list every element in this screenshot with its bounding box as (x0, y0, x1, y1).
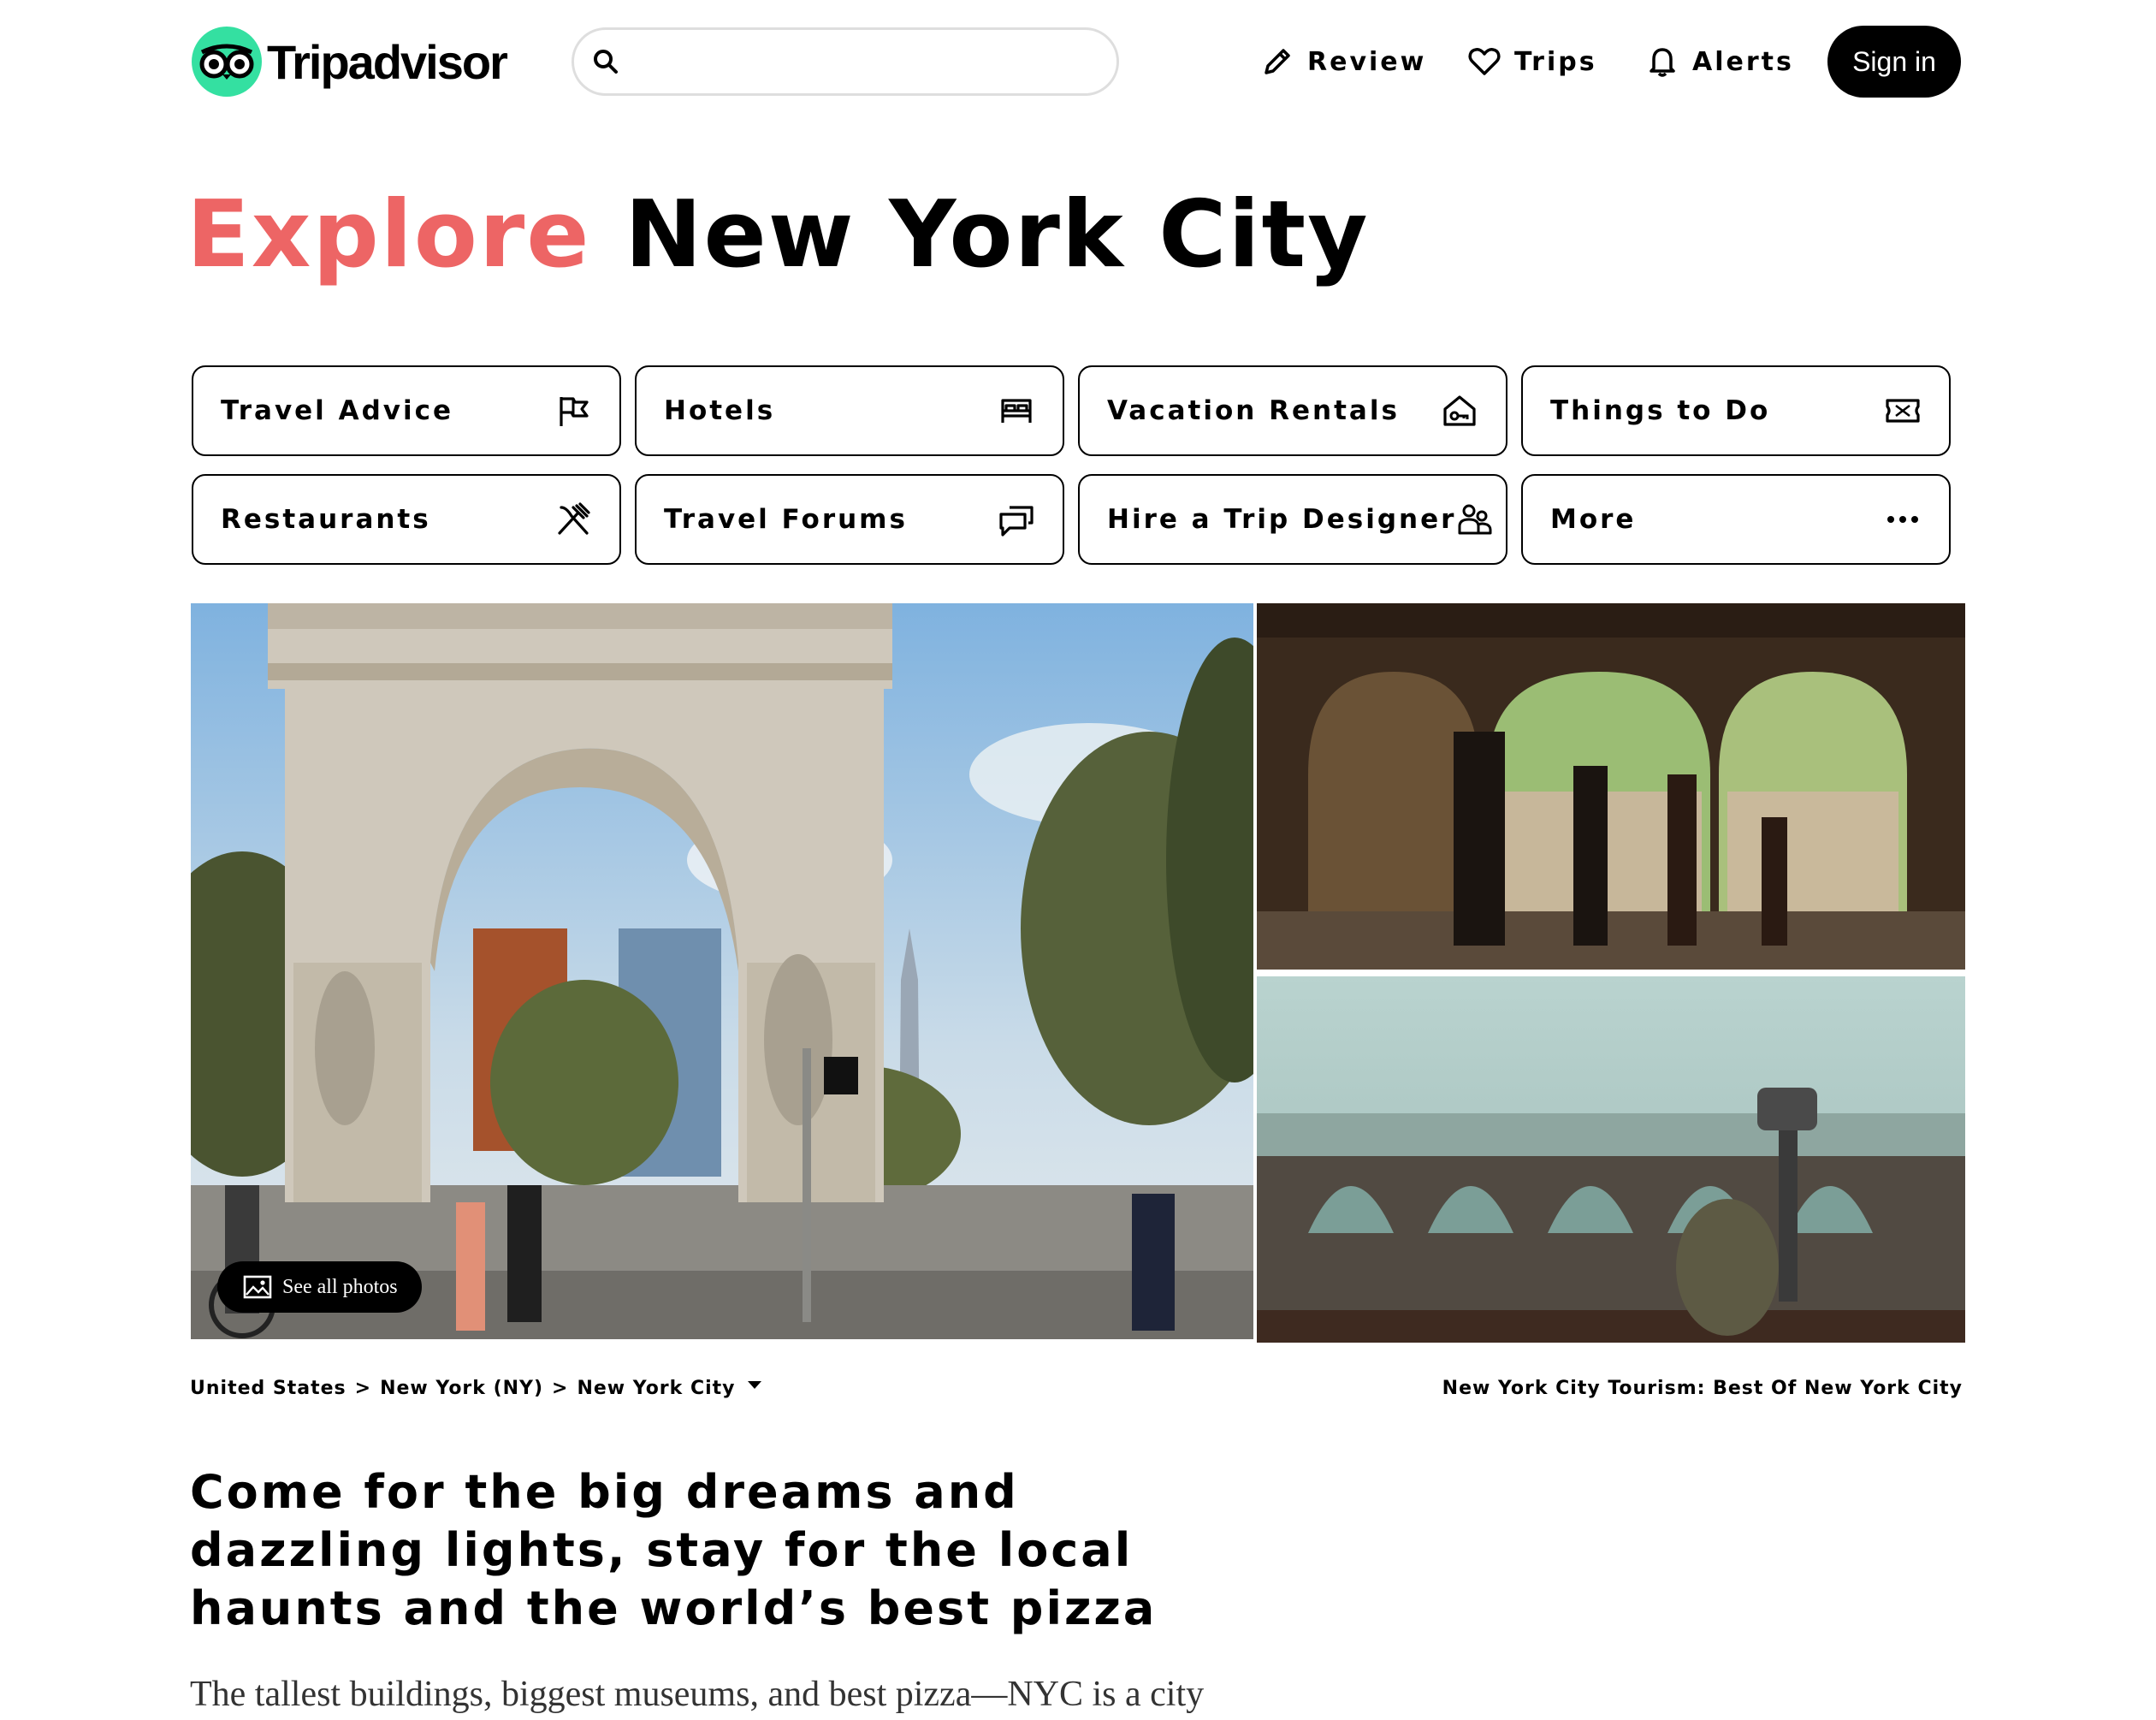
breadcrumb: United States > New York (NY) > New York… (190, 1378, 761, 1399)
ticket-icon (1882, 390, 1923, 431)
nav-review-label: Review (1307, 46, 1427, 77)
category-label: More (1550, 504, 1637, 535)
nav-alerts[interactable]: Alerts (1644, 38, 1794, 86)
search-bar[interactable] (572, 27, 1119, 96)
breadcrumb-separator: > (354, 1378, 372, 1399)
search-input[interactable] (632, 47, 1094, 76)
bed-icon (996, 390, 1037, 431)
image-icon (243, 1275, 272, 1299)
category-label: Hire a Trip Designer (1107, 504, 1457, 535)
photo-bethesda-terrace[interactable] (1257, 603, 1965, 970)
bell-icon (1650, 48, 1675, 77)
category-label: Travel Forums (664, 504, 908, 535)
breadcrumb-separator: > (552, 1378, 569, 1399)
category-label: Things to Do (1550, 395, 1771, 426)
search-icon (594, 50, 618, 74)
sign-in-button[interactable]: Sign in (1827, 26, 1961, 98)
owl-logo-icon (192, 27, 262, 97)
photo-washington-square-arch[interactable] (191, 603, 1253, 1339)
breadcrumb-item[interactable]: New York City (577, 1378, 735, 1399)
category-travel-forums[interactable]: Travel Forums (635, 474, 1064, 565)
header: Tripadvisor Review Trips Alerts Sign in (0, 0, 2156, 128)
category-travel-advice[interactable]: Travel Advice (192, 365, 621, 456)
nav-review[interactable]: Review (1259, 38, 1426, 86)
page: Tripadvisor Review Trips Alerts Sign in … (0, 0, 2156, 1720)
nav-trips[interactable]: Trips (1466, 38, 1597, 86)
logo-text: Tripadvisor (267, 34, 508, 89)
house-key-icon (1439, 390, 1480, 431)
more-dots-icon (1882, 499, 1923, 540)
breadcrumb-item[interactable]: New York (NY) (380, 1378, 543, 1399)
category-label: Travel Advice (221, 395, 454, 426)
photo-observation-deck[interactable] (1257, 976, 1965, 1343)
tourism-label: New York City Tourism: Best Of New York … (1442, 1378, 1963, 1399)
caret-down-icon[interactable] (747, 1381, 761, 1389)
page-title: Explore New York City (187, 180, 1370, 291)
category-restaurants[interactable]: Restaurants (192, 474, 621, 565)
category-vacation-rentals[interactable]: Vacation Rentals (1078, 365, 1507, 456)
category-label: Hotels (664, 395, 776, 426)
heart-icon (1468, 48, 1501, 75)
category-things-to-do[interactable]: Things to Do (1521, 365, 1951, 456)
nav-trips-label: Trips (1514, 46, 1597, 77)
breadcrumb-item[interactable]: United States (190, 1378, 346, 1399)
category-hire-trip-designer[interactable]: Hire a Trip Designer (1078, 474, 1507, 565)
people-icon (1456, 499, 1494, 540)
fork-knife-icon (553, 499, 594, 540)
category-label: Vacation Rentals (1107, 395, 1400, 426)
category-hotels[interactable]: Hotels (635, 365, 1064, 456)
logo[interactable]: Tripadvisor (192, 26, 508, 98)
chat-bubbles-icon (996, 499, 1037, 540)
body-text: The tallest buildings, biggest museums, … (190, 1675, 1205, 1714)
page-title-accent: Explore (187, 181, 591, 288)
pencil-icon (1265, 49, 1290, 74)
see-all-photos-button[interactable]: See all photos (217, 1261, 422, 1313)
flag-icon (553, 390, 594, 431)
category-label: Restaurants (221, 504, 431, 535)
category-more[interactable]: More (1521, 474, 1951, 565)
nav-alerts-label: Alerts (1692, 46, 1794, 77)
see-all-photos-label: See all photos (282, 1275, 398, 1298)
page-title-city: New York City (625, 181, 1370, 288)
headline: Come for the big dreams and dazzling lig… (190, 1465, 1158, 1635)
